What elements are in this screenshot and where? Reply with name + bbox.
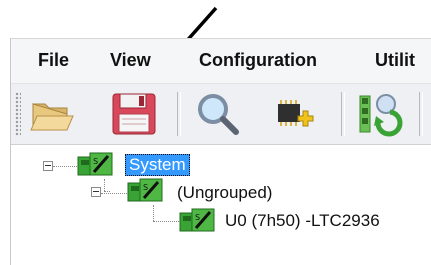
group-node-icon: S — [127, 178, 163, 202]
save-button[interactable] — [109, 90, 159, 138]
menu-configuration[interactable]: Configuration — [199, 50, 317, 71]
toolbar-separator — [177, 92, 181, 136]
tree-node-ungrouped-label[interactable]: (Ungrouped) — [177, 183, 272, 203]
svg-text:S: S — [195, 213, 200, 222]
collapse-toggle-ungrouped[interactable] — [91, 187, 101, 197]
collapse-toggle-system[interactable] — [43, 161, 53, 171]
system-node-icon: S — [77, 152, 113, 176]
tree-connector — [153, 205, 154, 221]
add-device-chip-icon — [278, 100, 314, 127]
menu-utilities[interactable]: Utilit — [375, 50, 415, 71]
tree-connector — [104, 179, 105, 191]
tree-connector — [53, 166, 77, 167]
toolbar-separator — [341, 92, 345, 136]
open-folder-icon — [30, 103, 74, 131]
toolbar-separator — [419, 92, 423, 136]
tree-node-system-label[interactable]: System — [125, 154, 190, 176]
add-device-button[interactable] — [266, 90, 316, 138]
tree-connector — [101, 193, 127, 194]
menu-bar: File View Configuration Utilit — [11, 39, 431, 84]
floppy-disk-save-icon — [112, 93, 156, 135]
menu-view[interactable]: View — [110, 50, 151, 71]
tree-node-device-label[interactable]: U0 (7h50) -LTC2936 — [225, 211, 380, 231]
refresh-network-icon — [359, 94, 403, 137]
open-button[interactable] — [27, 90, 77, 138]
app-window: File View Configuration Utilit S System … — [10, 38, 431, 265]
refresh-network-button[interactable] — [356, 90, 406, 138]
toolbar — [11, 84, 431, 145]
svg-text:S: S — [143, 183, 148, 192]
device-node-icon: S — [179, 208, 215, 232]
device-tree: S System S (Ungrouped) S U0 (7h50) -LTC2… — [11, 145, 431, 265]
menu-file[interactable]: File — [38, 50, 69, 71]
search-button[interactable] — [193, 90, 243, 138]
tree-connector — [153, 221, 179, 222]
tree-connector — [104, 191, 110, 192]
toolbar-grip[interactable] — [15, 92, 21, 136]
svg-text:S: S — [93, 157, 98, 166]
magnifier-search-icon — [198, 94, 239, 135]
